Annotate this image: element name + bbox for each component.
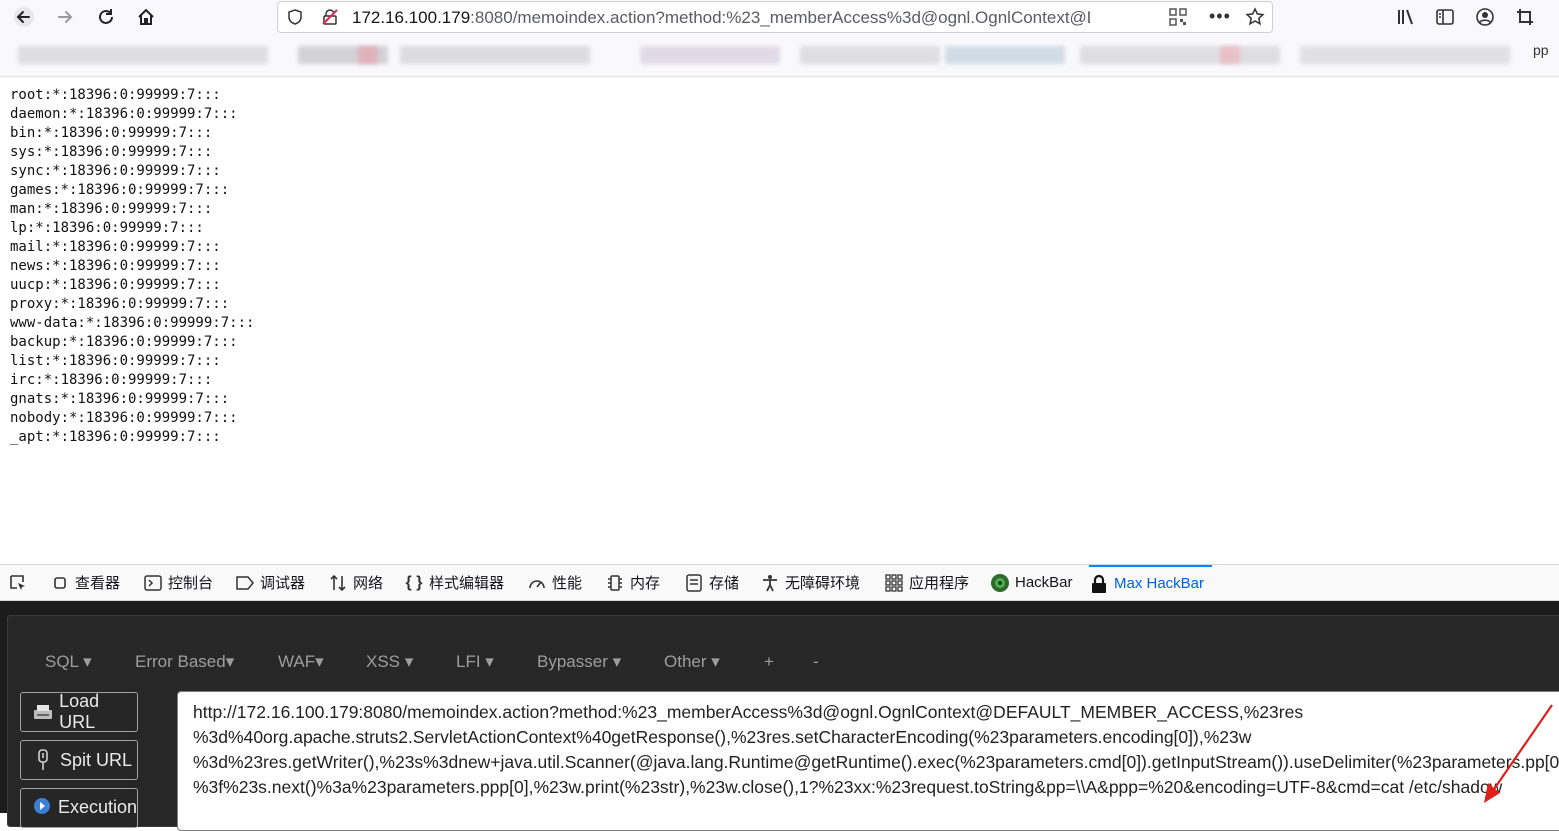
tab-network-label: 网络 <box>353 575 384 592</box>
menu-bypasser[interactable]: Bypasser ▾ <box>537 652 621 672</box>
blurred-bookmarks <box>1300 46 1510 64</box>
execution-label: Execution <box>57 797 137 817</box>
tab-console-label: 控制台 <box>168 575 214 592</box>
library-icon[interactable] <box>1392 4 1420 30</box>
menu-error-based[interactable]: Error Based▾ <box>135 652 234 672</box>
sidebar-icon[interactable] <box>1431 4 1459 30</box>
tab-accessibility[interactable]: 无障碍环境 <box>760 565 860 600</box>
tab-style-editor-label: 样式编辑器 <box>429 575 505 592</box>
more-bookmarks-text: pp <box>1533 42 1549 58</box>
tab-inspector[interactable]: 查看器 <box>50 565 120 600</box>
tab-storage[interactable]: 存储 <box>684 565 739 600</box>
menu-add[interactable]: + <box>764 652 774 672</box>
tab-debugger[interactable]: 调试器 <box>235 565 305 600</box>
blurred-bookmarks <box>358 46 378 64</box>
tab-memory[interactable]: 内存 <box>605 565 660 600</box>
shadow-file-output: root:*:18396:0:99999:7::: daemon:*:18396… <box>10 87 255 445</box>
tab-application[interactable]: 应用程序 <box>884 565 969 600</box>
hackbar-icon <box>990 573 1010 593</box>
tab-storage-label: 存储 <box>709 575 740 592</box>
max-hackbar-panel: SQL ▾ Error Based▾ WAF▾ XSS ▾ LFI ▾ Bypa… <box>0 601 1559 831</box>
blurred-bookmarks <box>1080 46 1280 64</box>
performance-icon <box>527 573 547 593</box>
devtools-toolbar: 查看器 控制台 调试器 网络 { } 样式编辑器 性能 内存 存储 无障碍环境 … <box>0 564 1559 601</box>
tab-network[interactable]: 网络 <box>328 565 383 600</box>
url-line: %3f%23s.next()%3a%23parameters.ppp[0],%2… <box>193 777 1503 797</box>
console-icon <box>143 573 163 593</box>
account-icon[interactable] <box>1471 4 1499 30</box>
tab-max-hackbar-label: Max HackBar <box>1114 575 1205 592</box>
menu-waf[interactable]: WAF▾ <box>278 652 324 672</box>
execution-icon <box>31 797 53 815</box>
menu-other[interactable]: Other ▾ <box>664 652 720 672</box>
blurred-bookmarks <box>800 46 940 64</box>
accessibility-icon <box>760 573 780 593</box>
blurred-bookmarks <box>1220 46 1240 64</box>
tab-hackbar-label: HackBar <box>1015 574 1073 591</box>
url-line: %3d%23res.getWriter(),%23s%3dnew+java.ut… <box>193 752 1559 772</box>
memory-icon <box>605 573 625 593</box>
style-editor-icon: { } <box>405 573 423 591</box>
tab-memory-label: 内存 <box>630 575 661 592</box>
network-icon <box>328 573 348 593</box>
reload-icon[interactable] <box>92 4 120 30</box>
load-url-icon <box>31 703 54 721</box>
tab-debugger-label: 调试器 <box>260 575 306 592</box>
tab-inspector-label: 查看器 <box>75 575 121 592</box>
lock-icon <box>1089 574 1109 594</box>
red-arrow-annotation <box>1484 704 1553 803</box>
blurred-bookmarks <box>400 46 590 64</box>
split-url-button[interactable]: Spit URL <box>20 740 138 780</box>
tab-max-hackbar[interactable]: Max HackBar <box>1089 565 1213 600</box>
debugger-icon <box>235 573 255 593</box>
execution-button[interactable]: Execution <box>20 788 138 828</box>
tab-style-editor[interactable]: { } 样式编辑器 <box>404 565 504 600</box>
url-textarea[interactable]: http://172.16.100.179:8080/memoindex.act… <box>177 691 1559 831</box>
url-line: %3d%40org.apache.struts2.ServletActionCo… <box>193 727 1252 747</box>
tab-performance[interactable]: 性能 <box>527 565 582 600</box>
tab-performance-label: 性能 <box>552 575 583 592</box>
address-bar[interactable]: 172.16.100.179:8080/memoindex.action?met… <box>277 1 1273 33</box>
qr-icon[interactable] <box>1169 8 1187 31</box>
menu-xss[interactable]: XSS ▾ <box>366 652 413 672</box>
split-url-label: Spit URL <box>60 749 133 770</box>
menu-lfi[interactable]: LFI ▾ <box>456 652 494 672</box>
load-url-label: Load URL <box>59 691 100 732</box>
load-url-button[interactable]: Load URL <box>20 691 138 732</box>
menu-remove[interactable]: - <box>813 652 819 672</box>
tab-hackbar[interactable]: HackBar <box>990 565 1073 600</box>
tab-application-label: 应用程序 <box>909 575 970 592</box>
back-icon[interactable] <box>10 4 38 30</box>
storage-icon <box>684 573 704 593</box>
screenshot-icon[interactable] <box>1511 4 1539 30</box>
application-icon <box>884 573 904 593</box>
insecure-lock-icon[interactable] <box>321 8 339 31</box>
url-text[interactable]: 172.16.100.179:8080/memoindex.action?met… <box>352 8 1090 28</box>
bookmarks-toolbar: pp <box>0 36 1559 77</box>
home-icon[interactable] <box>132 4 160 30</box>
split-url-icon <box>31 749 55 771</box>
element-picker-icon[interactable] <box>8 565 33 600</box>
star-icon[interactable] <box>1245 7 1265 32</box>
browser-toolbar: 172.16.100.179:8080/memoindex.action?met… <box>0 0 1559 36</box>
blurred-bookmarks <box>945 46 1065 64</box>
blurred-bookmarks <box>640 46 780 64</box>
shield-icon[interactable] <box>286 8 304 31</box>
tab-console[interactable]: 控制台 <box>143 565 213 600</box>
inspector-icon <box>50 573 70 593</box>
url-line: http://172.16.100.179:8080/memoindex.act… <box>193 702 1304 722</box>
blurred-bookmarks <box>18 46 268 64</box>
forward-icon[interactable] <box>51 4 79 30</box>
more-icon[interactable]: ••• <box>1209 6 1231 27</box>
menu-sql[interactable]: SQL ▾ <box>45 652 92 672</box>
tab-accessibility-label: 无障碍环境 <box>785 575 861 592</box>
